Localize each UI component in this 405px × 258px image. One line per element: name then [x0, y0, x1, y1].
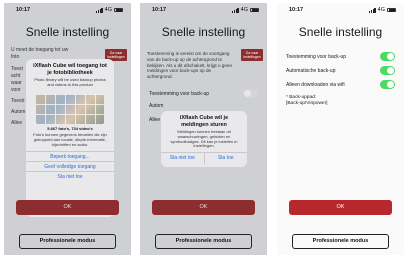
backup-toggle[interactable] [243, 89, 258, 98]
network-label: 4G [377, 7, 385, 13]
battery-icon [250, 7, 259, 13]
setting-label: Toestemming voor back-up [286, 53, 347, 60]
setting-row-auto: Automatische back-up [286, 66, 395, 75]
battery-icon [114, 7, 123, 13]
permission-description: Toestemming is vereist om de voortgang v… [147, 51, 233, 80]
ok-button[interactable]: OK [16, 200, 119, 215]
alert-title: iXflash Cube wil toegang tot je fotobibl… [33, 63, 107, 76]
deny-button[interactable]: Sta niet toe [26, 170, 114, 181]
status-time: 10:17 [289, 7, 304, 13]
phone-screen-settings: 10:17 4G Snelle instelling Toestemming v… [277, 3, 404, 255]
partial-line: U moet de toegang tot uw [11, 47, 69, 53]
wifi-only-toggle[interactable] [380, 80, 395, 89]
auto-backup-toggle[interactable] [380, 66, 395, 75]
setting-row-auto: Autom [149, 103, 258, 109]
setting-label: Automatische back-up [286, 67, 336, 74]
setting-row-backup: Toestemming voor back-up [286, 52, 395, 61]
setting-label: Toestemming voor back-up [149, 90, 210, 97]
photo-preview-grid [36, 93, 104, 124]
alert-detail: Foto's kunnen gegevens bevatten die zijn… [33, 132, 107, 147]
page-title: Snelle instelling [298, 25, 383, 39]
setting-row-wifi: Alleen downloaden via wifi [286, 80, 395, 89]
status-bar: 10:17 4G [140, 5, 267, 15]
setting-label: Alleen downloaden via wifi [286, 81, 345, 88]
alert-title: iXflash Cube wil je meldingen sturen [179, 115, 229, 128]
phone-screen-notification-permission: 10:17 4G Snelle instelling Toestemming i… [140, 3, 267, 255]
ok-button[interactable]: OK [152, 200, 255, 215]
phone-screen-photo-permission: 10:17 4G Snelle instelling U moet de toe… [4, 3, 131, 255]
photo-access-alert: iXflash Cube wil toegang tot je fotobibl… [26, 59, 114, 217]
ok-button[interactable]: OK [289, 200, 392, 215]
note-line: [Back-up/Vinpower] [286, 101, 328, 106]
alert-message: Photo library will be used backup photos… [34, 77, 106, 87]
alert-message: Meldingen kunnen bestaan uit waarschuwin… [170, 129, 238, 149]
pro-mode-button[interactable]: Professionele modus [19, 234, 116, 249]
battery-icon [387, 7, 396, 13]
setting-row-backup: Toestemming voor back-up [149, 89, 258, 98]
setting-label: Autom [149, 103, 164, 109]
network-label: 4G [104, 7, 112, 13]
pro-mode-button[interactable]: Professionele modus [155, 234, 252, 249]
status-time: 10:17 [152, 7, 167, 13]
pro-mode-button[interactable]: Professionele modus [292, 234, 389, 249]
backup-toggle[interactable] [380, 52, 395, 61]
limit-access-button[interactable]: Beperk toegang... [26, 150, 114, 161]
signal-icon [96, 8, 103, 13]
setting-label: Allee [149, 117, 161, 123]
backup-path-note: * Back-uppad: [Back-up/Vinpower] [286, 95, 395, 107]
deny-button[interactable]: Sta niet toe [161, 153, 204, 164]
go-to-settings-button[interactable]: Ga naar instellingen [241, 49, 263, 61]
signal-icon [369, 8, 376, 13]
status-time: 10:17 [16, 7, 31, 13]
signal-icon [232, 8, 239, 13]
network-label: 4G [240, 7, 248, 13]
page-title: Snelle instelling [25, 25, 110, 39]
alert-photo-count: 5.667 foto's, 734 video's [47, 125, 93, 131]
page-title: Snelle instelling [161, 25, 246, 39]
status-bar: 10:17 4G [277, 5, 404, 15]
allow-button[interactable]: Sta toe [203, 153, 248, 165]
notification-alert: iXflash Cube wil je meldingen sturen Mel… [161, 111, 247, 167]
status-bar: 10:17 4G [4, 5, 131, 15]
full-access-button[interactable]: Geef volledige toegang [26, 160, 114, 171]
